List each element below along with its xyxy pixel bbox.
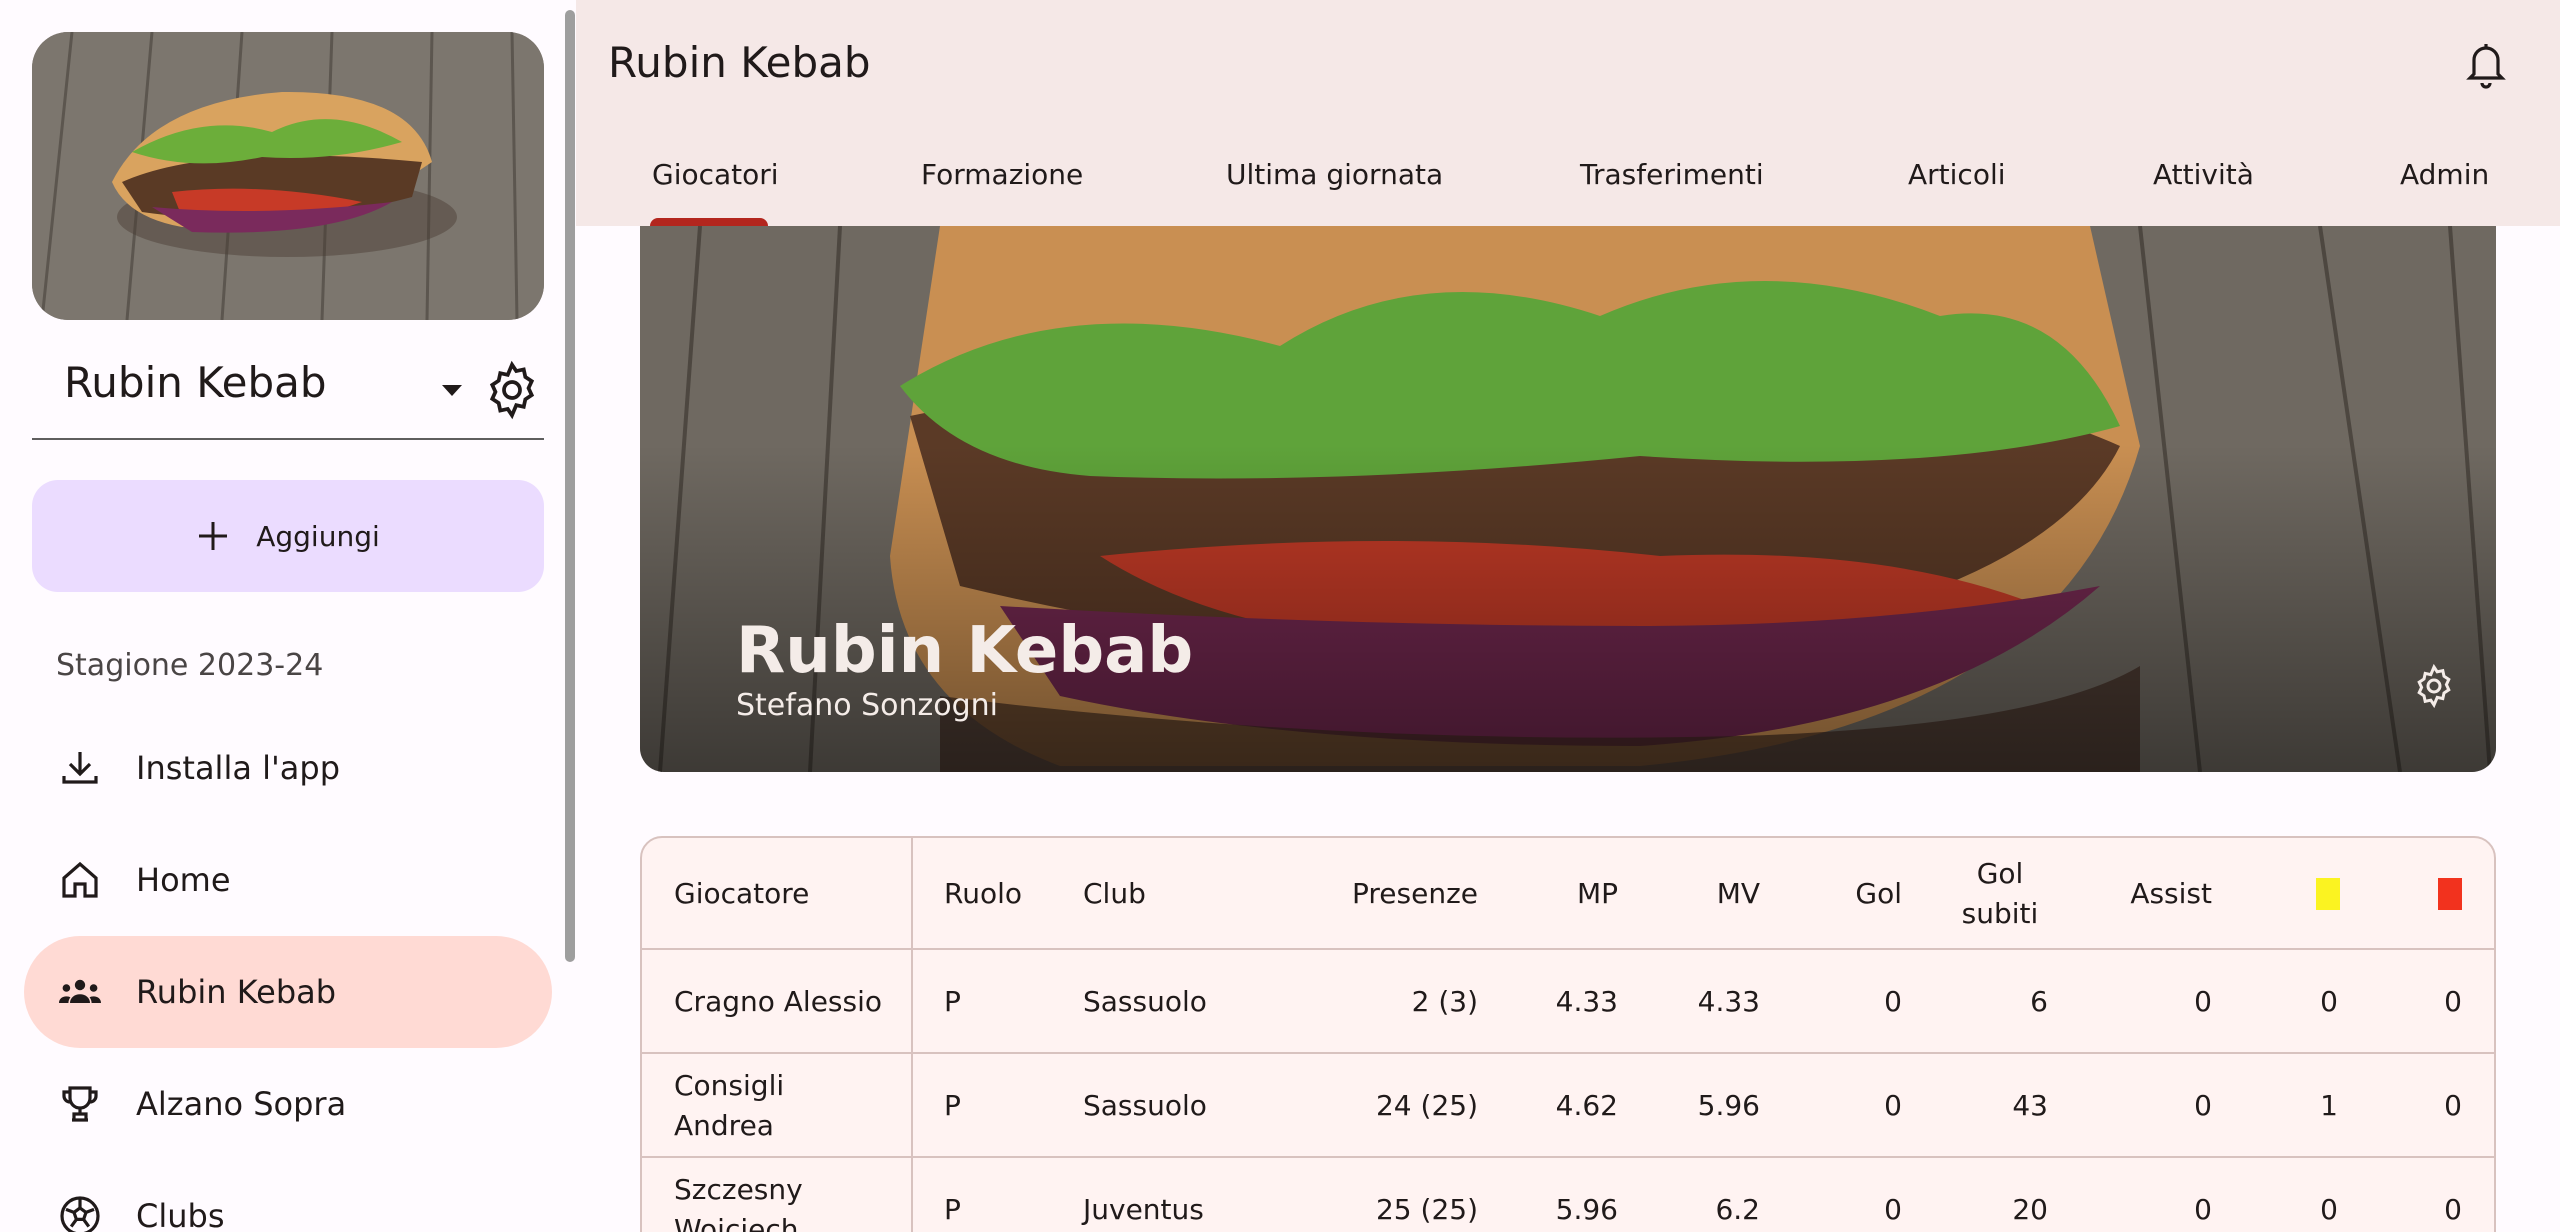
player-presenze: 24 (25) bbox=[1375, 1089, 1478, 1122]
top-app-bar: Rubin Kebab Giocatori Formazione Ultima … bbox=[576, 0, 2560, 226]
player-club: Juventus bbox=[1083, 1193, 1204, 1226]
header-mv[interactable]: MV bbox=[1662, 874, 1760, 914]
tab-giocatori[interactable]: Giocatori bbox=[652, 158, 779, 191]
banner-title: Rubin Kebab bbox=[736, 614, 1194, 688]
player-name-line2: Andrea bbox=[674, 1109, 774, 1142]
sidebar-item-clubs[interactable]: Clubs bbox=[24, 1160, 552, 1232]
header-gol-subiti-line1: Gol bbox=[1976, 857, 2024, 890]
player-gol-subiti: 6 bbox=[2030, 985, 2048, 1018]
download-icon bbox=[56, 744, 104, 792]
player-role: P bbox=[944, 1089, 961, 1122]
player-name: Szczesny Wojciech bbox=[674, 1170, 803, 1232]
sidebar-item-label: Clubs bbox=[136, 1197, 225, 1232]
player-mv: 6.2 bbox=[1715, 1193, 1760, 1226]
player-yellow-cards: 0 bbox=[2320, 1193, 2338, 1226]
sidebar-item-team[interactable]: Rubin Kebab bbox=[24, 936, 552, 1048]
tab-attivita[interactable]: Attività bbox=[2153, 158, 2254, 191]
player-yellow-cards: 1 bbox=[2320, 1089, 2338, 1122]
soccer-ball-icon bbox=[56, 1192, 104, 1232]
header-presenze[interactable]: Presenze bbox=[1342, 874, 1478, 914]
sidebar-item-label: Alzano Sopra bbox=[136, 1085, 347, 1123]
table-row[interactable]: Szczesny Wojciech P Juventus 25 (25) 5.9… bbox=[642, 1158, 2494, 1232]
notifications-bell-icon[interactable] bbox=[2462, 38, 2510, 90]
player-gol: 0 bbox=[1884, 1193, 1902, 1226]
player-assist: 0 bbox=[2194, 985, 2212, 1018]
player-name: Cragno Alessio bbox=[674, 985, 883, 1018]
header-assist[interactable]: Assist bbox=[2092, 874, 2212, 914]
player-mp: 5.96 bbox=[1555, 1193, 1618, 1226]
player-name-line1: Szczesny bbox=[674, 1173, 803, 1206]
table-row[interactable]: Consigli Andrea P Sassuolo 24 (25) 4.62 … bbox=[642, 1054, 2494, 1158]
player-mv: 5.96 bbox=[1697, 1089, 1760, 1122]
player-gol-subiti: 43 bbox=[2012, 1089, 2048, 1122]
player-club: Sassuolo bbox=[1083, 985, 1207, 1018]
header-ruolo[interactable]: Ruolo bbox=[944, 874, 1022, 914]
header-club[interactable]: Club bbox=[1083, 874, 1146, 914]
player-role: P bbox=[944, 985, 961, 1018]
tab-formazione[interactable]: Formazione bbox=[921, 158, 1083, 191]
sidebar-item-install-app[interactable]: Installa l'app bbox=[24, 712, 552, 824]
tab-ultima-giornata[interactable]: Ultima giornata bbox=[1226, 158, 1443, 191]
plus-icon bbox=[196, 519, 230, 553]
table-row[interactable]: Cragno Alessio P Sassuolo 2 (3) 4.33 4.3… bbox=[642, 950, 2494, 1054]
player-name-line1: Consigli bbox=[674, 1069, 785, 1102]
active-tab-indicator bbox=[650, 218, 768, 226]
player-presenze: 2 (3) bbox=[1411, 985, 1478, 1018]
sidebar-item-label: Installa l'app bbox=[136, 749, 341, 787]
player-presenze: 25 (25) bbox=[1375, 1193, 1478, 1226]
player-red-cards: 0 bbox=[2444, 1193, 2462, 1226]
players-table: Giocatore Ruolo Club Presenze MP MV Gol … bbox=[640, 836, 2496, 1232]
team-banner: Rubin Kebab Stefano Sonzogni bbox=[640, 226, 2496, 772]
player-assist: 0 bbox=[2194, 1193, 2212, 1226]
header-giocatore[interactable]: Giocatore bbox=[674, 874, 809, 914]
tab-admin[interactable]: Admin bbox=[2400, 158, 2489, 191]
player-red-cards: 0 bbox=[2444, 985, 2462, 1018]
sidebar-scrollbar[interactable] bbox=[565, 10, 575, 962]
league-name: Rubin Kebab bbox=[64, 358, 327, 407]
sidebar-item-home[interactable]: Home bbox=[24, 824, 552, 936]
dropdown-caret-icon[interactable] bbox=[432, 370, 472, 410]
home-icon bbox=[56, 856, 104, 904]
league-image bbox=[32, 32, 544, 320]
player-red-cards: 0 bbox=[2444, 1089, 2462, 1122]
tab-articoli[interactable]: Articoli bbox=[1908, 158, 2006, 191]
page-title: Rubin Kebab bbox=[608, 38, 871, 87]
yellow-card-icon[interactable] bbox=[2316, 878, 2340, 910]
league-selector[interactable]: Rubin Kebab bbox=[32, 340, 544, 440]
player-name-line2: Wojciech bbox=[674, 1213, 799, 1232]
header-mp[interactable]: MP bbox=[1522, 874, 1618, 914]
player-role: P bbox=[944, 1193, 961, 1226]
add-button-label: Aggiungi bbox=[256, 519, 380, 553]
player-mp: 4.62 bbox=[1555, 1089, 1618, 1122]
sidebar-item-label: Home bbox=[136, 861, 231, 899]
player-assist: 0 bbox=[2194, 1089, 2212, 1122]
banner-owner: Stefano Sonzogni bbox=[736, 688, 999, 723]
red-card-icon[interactable] bbox=[2438, 878, 2462, 910]
header-gol-subiti[interactable]: Gol subiti bbox=[1952, 854, 2048, 934]
player-club: Sassuolo bbox=[1083, 1089, 1207, 1122]
player-yellow-cards: 0 bbox=[2320, 985, 2338, 1018]
tab-bar: Giocatori Formazione Ultima giornata Tra… bbox=[576, 132, 2560, 226]
header-gol[interactable]: Gol bbox=[1792, 874, 1902, 914]
sidebar-item-label: Rubin Kebab bbox=[136, 973, 337, 1011]
league-settings-icon[interactable] bbox=[480, 358, 544, 422]
player-name: Consigli Andrea bbox=[674, 1066, 784, 1146]
table-header: Giocatore Ruolo Club Presenze MP MV Gol … bbox=[642, 838, 2494, 950]
sidebar-item-alzano-sopra[interactable]: Alzano Sopra bbox=[24, 1048, 552, 1160]
sidebar: Rubin Kebab Aggiungi Stagione 2023-24 In… bbox=[0, 0, 576, 1232]
team-icon bbox=[56, 968, 104, 1016]
trophy-icon bbox=[56, 1080, 104, 1128]
team-settings-icon[interactable] bbox=[2410, 662, 2458, 710]
player-gol: 0 bbox=[1884, 1089, 1902, 1122]
player-mp: 4.33 bbox=[1555, 985, 1618, 1018]
player-gol: 0 bbox=[1884, 985, 1902, 1018]
add-button[interactable]: Aggiungi bbox=[32, 480, 544, 592]
header-gol-subiti-line2: subiti bbox=[1961, 897, 2039, 930]
player-gol-subiti: 20 bbox=[2012, 1193, 2048, 1226]
player-mv: 4.33 bbox=[1697, 985, 1760, 1018]
tab-trasferimenti[interactable]: Trasferimenti bbox=[1580, 158, 1764, 191]
season-label: Stagione 2023-24 bbox=[56, 648, 324, 683]
